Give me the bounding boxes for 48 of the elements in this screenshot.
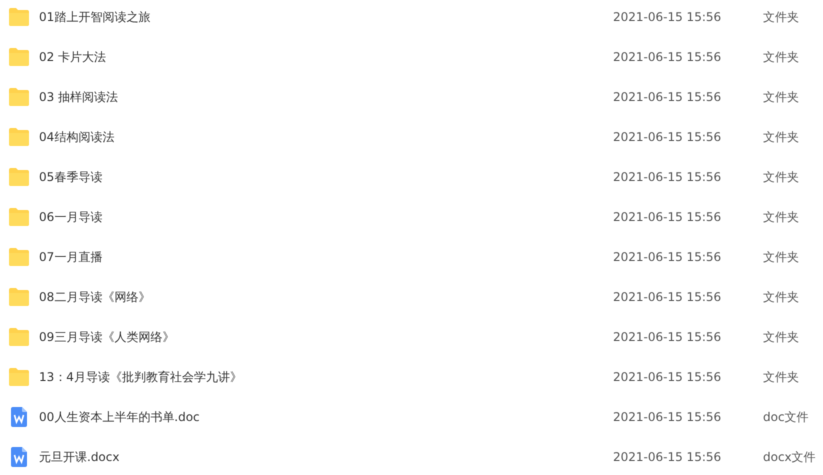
file-name[interactable]: 02 卡片大法 — [39, 48, 613, 66]
file-type: 文件夹 — [763, 328, 799, 346]
folder-icon — [9, 208, 29, 226]
folder-icon — [9, 168, 29, 186]
modified-date: 2021-06-15 15:56 — [613, 130, 722, 144]
file-name[interactable]: 00人生资本上半年的书单.doc — [39, 408, 613, 426]
file-type: 文件夹 — [763, 368, 799, 386]
modified-date: 2021-06-15 15:56 — [613, 450, 722, 464]
file-name[interactable]: 01踏上开智阅读之旅 — [39, 8, 613, 26]
folder-icon — [9, 8, 29, 26]
modified-date: 2021-06-15 15:56 — [613, 210, 722, 224]
file-type: 文件夹 — [763, 8, 799, 26]
word-document-icon — [11, 407, 27, 427]
modified-date: 2021-06-15 15:56 — [613, 90, 722, 104]
modified-date: 2021-06-15 15:56 — [613, 250, 722, 264]
modified-date: 2021-06-15 15:56 — [613, 410, 722, 424]
folder-icon — [9, 328, 29, 346]
file-type: 文件夹 — [763, 288, 799, 306]
modified-date: 2021-06-15 15:56 — [613, 10, 722, 24]
folder-icon — [9, 368, 29, 386]
file-type: docx文件 — [763, 448, 816, 466]
modified-date: 2021-06-15 15:56 — [613, 50, 722, 64]
file-name[interactable]: 13：4月导读《批判教育社会学九讲》 — [39, 368, 613, 386]
file-type: 文件夹 — [763, 88, 799, 106]
file-name[interactable]: 08二月导读《网络》 — [39, 288, 613, 306]
file-name[interactable]: 04结构阅读法 — [39, 128, 613, 146]
file-type: 文件夹 — [763, 208, 799, 226]
file-type: doc文件 — [763, 408, 809, 426]
file-name[interactable]: 06一月导读 — [39, 208, 613, 226]
word-document-icon — [11, 447, 27, 467]
folder-icon — [9, 248, 29, 266]
modified-date: 2021-06-15 15:56 — [613, 290, 722, 304]
file-type: 文件夹 — [763, 128, 799, 146]
file-name[interactable]: 09三月导读《人类网络》 — [39, 328, 613, 346]
modified-date: 2021-06-15 15:56 — [613, 330, 722, 344]
folder-icon — [9, 48, 29, 66]
file-name[interactable]: 03 抽样阅读法 — [39, 88, 613, 106]
file-name[interactable]: 07一月直播 — [39, 248, 613, 266]
file-name[interactable]: 05春季导读 — [39, 168, 613, 186]
folder-icon — [9, 128, 29, 146]
folder-icon — [9, 288, 29, 306]
file-type: 文件夹 — [763, 248, 799, 266]
file-type: 文件夹 — [763, 48, 799, 66]
file-type: 文件夹 — [763, 168, 799, 186]
file-name[interactable]: 元旦开课.docx — [39, 448, 613, 466]
folder-icon — [9, 88, 29, 106]
modified-date: 2021-06-15 15:56 — [613, 170, 722, 184]
modified-date: 2021-06-15 15:56 — [613, 370, 722, 384]
